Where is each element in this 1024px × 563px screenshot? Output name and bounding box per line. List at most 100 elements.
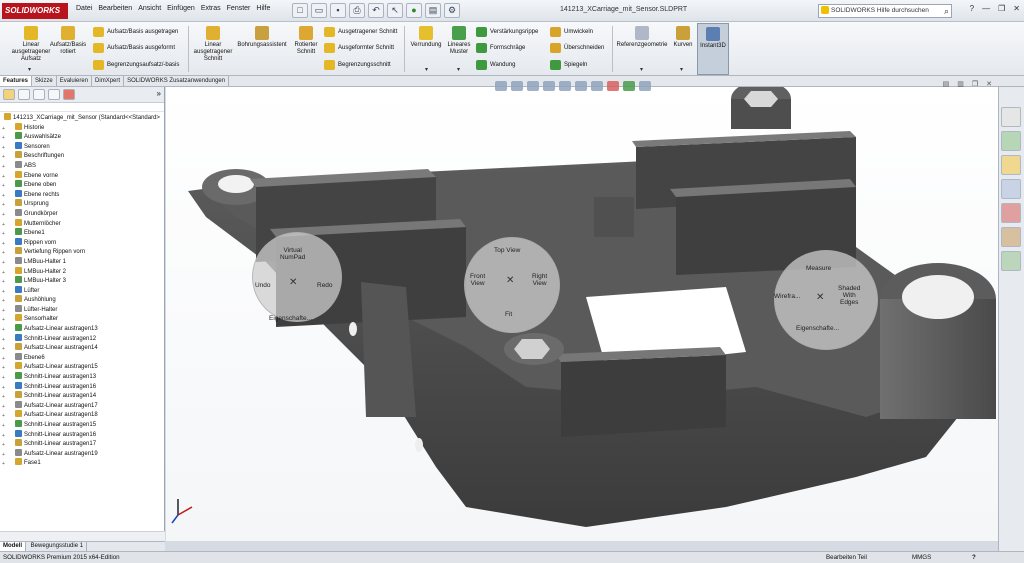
menu-extras[interactable]: Extras <box>201 5 221 12</box>
open-folder-icon[interactable]: ▭ <box>311 3 327 18</box>
gesture-top-view[interactable]: Top View <box>494 247 520 254</box>
menu-fenster[interactable]: Fenster <box>227 5 251 12</box>
tree-item[interactable]: + Ebene oben <box>0 180 164 190</box>
tree-item[interactable]: + Grundkörper <box>0 208 164 219</box>
viewport-close-icon[interactable]: ✕ <box>986 80 992 88</box>
tree-item[interactable]: + Ebene vorne <box>0 170 164 181</box>
reference-geometry-button[interactable]: Referenzgeometrie <box>614 26 670 49</box>
help-search-input[interactable]: SOLIDWORKS Hilfe durchsuchen ⌕ <box>818 4 952 18</box>
tree-item[interactable]: + Schnitt-Linear austragen13 <box>0 372 164 382</box>
chevron-down-icon[interactable]: ▾ <box>425 66 428 73</box>
gesture-wireframe[interactable]: Wirefra... <box>774 293 800 300</box>
status-help[interactable]: ? <box>972 552 976 563</box>
linear-pattern-button[interactable]: Lineares Muster <box>444 26 474 56</box>
tree-item[interactable]: + Lüfter <box>0 285 164 296</box>
tree-item[interactable]: + Aushöhlung <box>0 295 164 305</box>
tree-item[interactable]: + LMBuu-Halter 1 <box>0 256 164 267</box>
select-arrow-icon[interactable]: ↖ <box>387 3 403 18</box>
configuration-manager-icon[interactable] <box>33 89 45 100</box>
tab-dimxpert[interactable]: DimXpert <box>92 76 125 86</box>
tree-item[interactable]: + Mutternlöcher <box>0 218 164 229</box>
chevron-down-icon[interactable]: ▾ <box>640 66 643 73</box>
file-explorer-icon[interactable] <box>1001 155 1021 175</box>
instant3d-button[interactable]: Instant3D <box>697 23 729 75</box>
view-settings-icon[interactable] <box>639 81 651 91</box>
loft-cut-button[interactable]: Ausgeformter Schnitt <box>324 41 394 55</box>
new-document-icon[interactable]: □ <box>292 3 308 18</box>
tree-item[interactable]: + Ebene rechts <box>0 189 164 200</box>
tree-item[interactable]: + Schnitt-Linear austragen15 <box>0 420 164 430</box>
menu-ansicht[interactable]: Ansicht <box>138 5 161 12</box>
wrap-button[interactable]: Umwickeln <box>550 25 593 39</box>
rebuild-icon[interactable]: ● <box>406 3 422 18</box>
solidworks-resources-icon[interactable] <box>1001 107 1021 127</box>
tree-item[interactable]: + LMBuu-Halter 3 <box>0 276 164 286</box>
tree-item[interactable]: + Aufsatz-Linear austragen17 <box>0 400 164 411</box>
scene-icon[interactable] <box>623 81 635 91</box>
chevron-down-icon[interactable]: ▾ <box>457 66 460 73</box>
tree-item[interactable]: + Lüfter-Halter <box>0 304 164 315</box>
tree-item[interactable]: + Ebene1 <box>0 228 164 238</box>
tree-item[interactable]: + Sensorhalter <box>0 314 164 324</box>
zoom-to-fit-icon[interactable] <box>495 81 507 91</box>
viewport-tile-icon[interactable]: ▤ <box>943 80 950 88</box>
tree-item[interactable]: + Aufsatz-Linear austragen14 <box>0 343 164 353</box>
tree-item[interactable]: + Schnitt-Linear austragen17 <box>0 439 164 449</box>
restore-icon[interactable]: ❐ <box>998 4 1005 13</box>
menu-datei[interactable]: Datei <box>76 5 92 12</box>
tree-item[interactable]: + Aufsatz-Linear austragen19 <box>0 448 164 459</box>
tree-item[interactable]: + Ursprung <box>0 199 164 209</box>
gesture-right-view[interactable]: Right View <box>532 273 547 287</box>
curves-button[interactable]: Kurven <box>670 26 696 49</box>
tree-item[interactable]: + Aufsatz-Linear austragen15 <box>0 362 164 372</box>
expand-icon[interactable]: + <box>2 460 5 470</box>
chevron-down-icon[interactable]: ▾ <box>680 66 683 73</box>
menu-bearbeiten[interactable]: Bearbeiten <box>98 5 132 12</box>
minimize-icon[interactable]: — <box>982 4 990 13</box>
status-units[interactable]: MMGS <box>912 552 931 563</box>
tree-item[interactable]: + Rippen vorn <box>0 237 164 248</box>
gesture-properties[interactable]: Eigenschafte... <box>796 325 839 332</box>
intersect-button[interactable]: Überschneiden <box>550 41 604 55</box>
hole-wizard-button[interactable]: Bohrungsassistent <box>236 26 288 49</box>
gesture-properties[interactable]: Eigenschafte... <box>269 315 312 322</box>
revolve-cut-button[interactable]: Rotierter Schnitt <box>290 26 322 56</box>
view-palette-icon[interactable] <box>1001 179 1021 199</box>
tree-item[interactable]: + Aufsatz-Linear austragen18 <box>0 410 164 420</box>
loft-boss-button[interactable]: Aufsatz/Basis ausgeformt <box>93 41 175 55</box>
file-properties-icon[interactable]: ▤ <box>425 3 441 18</box>
tree-item[interactable]: + Schnitt-Linear austragen12 <box>0 333 164 344</box>
rib-button[interactable]: Verstärkungsrippe <box>476 25 538 39</box>
draft-button[interactable]: Formschräge <box>476 41 525 55</box>
tree-item[interactable]: + Historie <box>0 122 164 133</box>
boundary-boss-button[interactable]: Begrenzungsaufsatz/-basis <box>93 58 179 72</box>
tree-root[interactable]: 141213_XCarriage_mit_Sensor (Standard<<S… <box>0 113 164 123</box>
display-manager-icon[interactable] <box>63 89 75 100</box>
swept-boss-button[interactable]: Aufsatz/Basis ausgetragen <box>93 25 178 39</box>
save-icon[interactable]: ▪ <box>330 3 346 18</box>
revolve-boss-button[interactable]: Aufsatz/Basis rotiert <box>48 26 88 56</box>
options-icon[interactable]: ⚙ <box>444 3 460 18</box>
gesture-front-view[interactable]: Front View <box>470 273 485 287</box>
shell-button[interactable]: Wandung <box>476 58 515 72</box>
undo-icon[interactable]: ↶ <box>368 3 384 18</box>
custom-properties-icon[interactable] <box>1001 227 1021 247</box>
edit-appearance-icon[interactable] <box>607 81 619 91</box>
expand-chevron-icon[interactable]: » <box>157 89 161 100</box>
gesture-fit[interactable]: Fit <box>505 311 512 318</box>
tree-item[interactable]: + Beschriftungen <box>0 151 164 161</box>
tree-item[interactable]: + Schnitt-Linear austragen16 <box>0 429 164 440</box>
horizontal-scrollbar[interactable] <box>0 531 165 541</box>
help-icon[interactable]: ? <box>970 4 974 13</box>
appearances-icon[interactable] <box>1001 203 1021 223</box>
section-view-icon[interactable] <box>543 81 555 91</box>
tree-item[interactable]: + Vertiefung Rippen vorn <box>0 247 164 257</box>
dimxpert-manager-icon[interactable] <box>48 89 60 100</box>
gesture-shaded-edges[interactable]: Shaded With Edges <box>838 285 860 306</box>
graphics-area[interactable]: Virtual NumPad Undo Redo Eigenschafte...… <box>166 87 998 541</box>
tree-item[interactable]: + Fase1 <box>0 458 164 468</box>
tab-sketch[interactable]: Skizze <box>32 76 57 86</box>
tree-item[interactable]: + Schnitt-Linear austragen16 <box>0 381 164 392</box>
gesture-undo[interactable]: Undo <box>255 282 271 289</box>
gesture-virtual-numpad[interactable]: Virtual NumPad <box>280 247 305 261</box>
